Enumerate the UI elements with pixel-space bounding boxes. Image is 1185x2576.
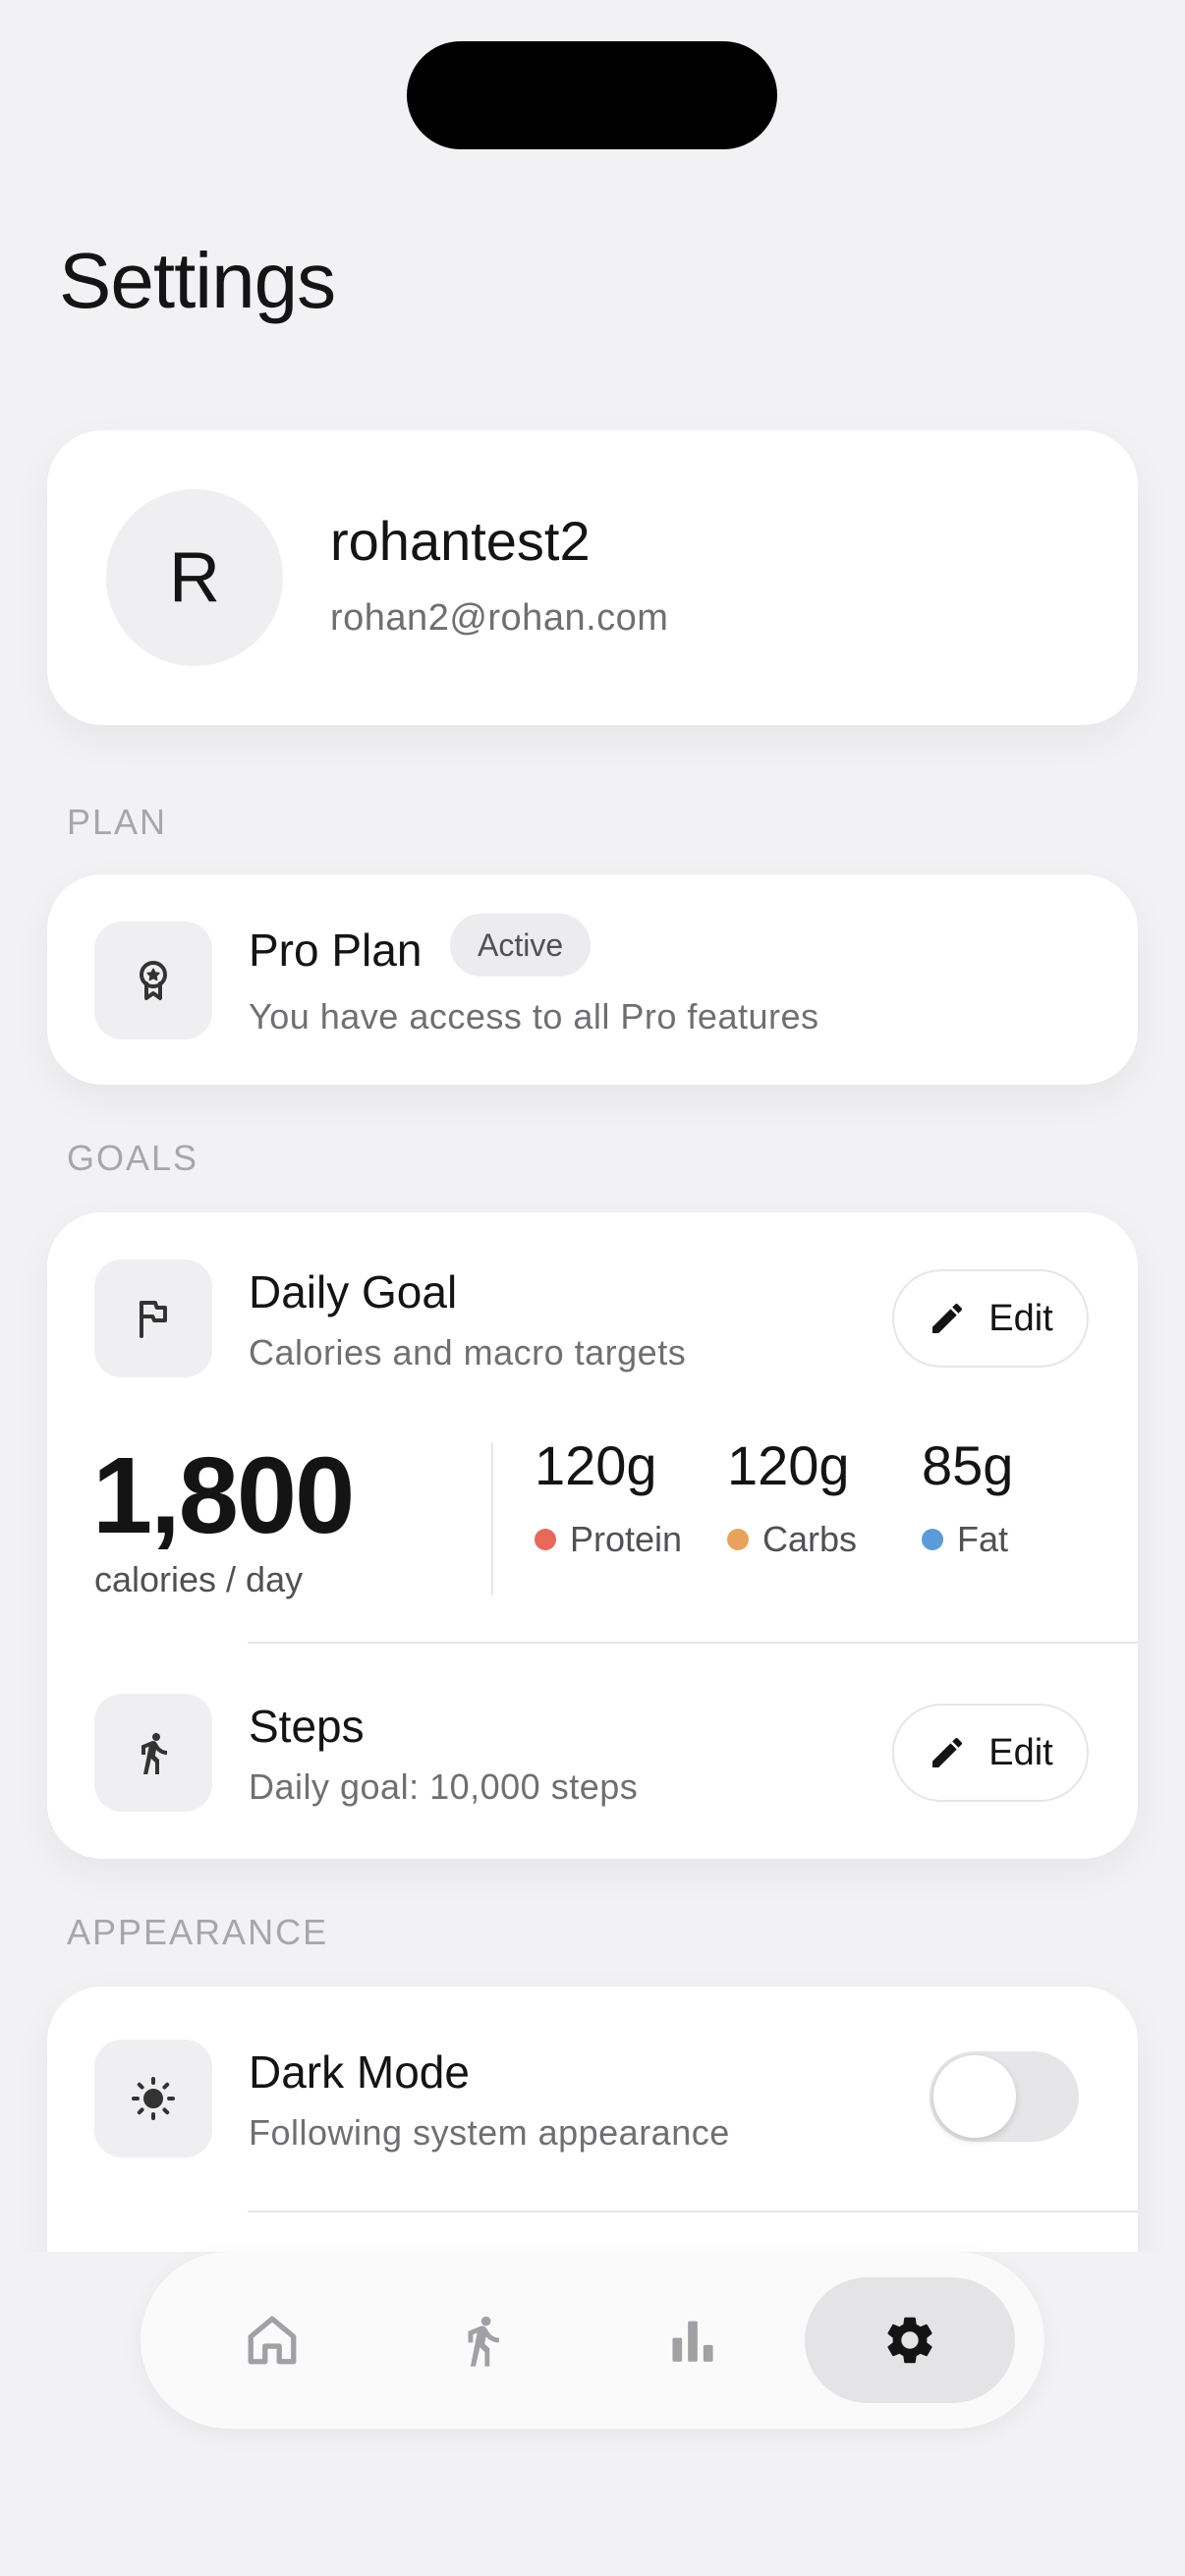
profile-username: rohantest2	[330, 510, 591, 572]
macro-divider	[491, 1442, 493, 1596]
macro-value: 85g	[922, 1434, 1014, 1496]
row-divider	[248, 2211, 1138, 2212]
walking-icon	[468, 2316, 499, 2367]
profile-card[interactable]: R rohantest2 rohan2@rohan.com	[47, 430, 1138, 725]
home-icon	[248, 2316, 297, 2365]
daily-goal-title: Daily Goal	[249, 1266, 458, 1317]
dark-mode-title: Dark Mode	[249, 2046, 470, 2098]
nav-activity[interactable]	[377, 2277, 588, 2403]
sun-icon	[94, 2040, 212, 2157]
protein-dot	[535, 1529, 556, 1550]
row-divider	[248, 1642, 1138, 1644]
plan-title: Pro Plan	[249, 924, 423, 976]
edit-label: Edit	[988, 1297, 1053, 1339]
edit-label: Edit	[988, 1731, 1053, 1773]
carbs-dot	[727, 1529, 749, 1550]
calories-unit: calories / day	[94, 1559, 304, 1599]
macro-value: 120g	[727, 1434, 850, 1496]
page-title: Settings	[59, 237, 336, 324]
steps-subtitle: Daily goal: 10,000 steps	[249, 1766, 639, 1807]
status-badge: Active	[450, 914, 592, 977]
fat-dot	[922, 1529, 943, 1550]
section-label-goals: GOALS	[67, 1138, 199, 1178]
award-icon	[94, 922, 212, 1039]
goals-card: Daily Goal Calories and macro targets Ed…	[47, 1212, 1138, 1859]
nav-settings[interactable]	[805, 2277, 1015, 2403]
macro-value: 120g	[535, 1434, 657, 1496]
macro-protein: 120g Protein	[535, 1433, 682, 1560]
dark-mode-subtitle: Following system appearance	[249, 2112, 730, 2153]
macro-label: Protein	[570, 1519, 683, 1559]
profile-email: rohan2@rohan.com	[330, 597, 669, 639]
flag-icon	[94, 1260, 212, 1377]
section-label-appearance: APPEARANCE	[67, 1912, 329, 1952]
pencil-icon	[932, 1737, 963, 1767]
dynamic-island	[407, 41, 777, 149]
dark-mode-toggle[interactable]	[930, 2051, 1079, 2142]
nav-home[interactable]	[167, 2277, 377, 2403]
plan-card[interactable]: Pro Plan Active You have access to all P…	[47, 874, 1138, 1085]
toggle-knob	[933, 2055, 1016, 2138]
steps-title: Steps	[249, 1701, 365, 1752]
macro-label: Carbs	[762, 1519, 858, 1559]
daily-goal-subtitle: Calories and macro targets	[249, 1332, 687, 1372]
edit-daily-goal-button[interactable]: Edit	[892, 1269, 1089, 1368]
calories-value: 1,800	[92, 1435, 355, 1556]
gear-icon	[887, 2317, 932, 2364]
section-label-plan: PLAN	[67, 802, 168, 842]
macro-fat: 85g Fat	[922, 1433, 1013, 1560]
walking-icon	[94, 1694, 212, 1812]
pencil-icon	[932, 1303, 963, 1333]
bar-chart-icon	[672, 2321, 713, 2362]
edit-steps-button[interactable]: Edit	[892, 1704, 1089, 1802]
nav-stats[interactable]	[588, 2277, 798, 2403]
avatar: R	[106, 489, 283, 666]
macro-label: Fat	[957, 1519, 1009, 1559]
macro-carbs: 120g Carbs	[727, 1433, 857, 1560]
bottom-nav	[141, 2252, 1044, 2429]
plan-subtitle: You have access to all Pro features	[249, 996, 819, 1036]
